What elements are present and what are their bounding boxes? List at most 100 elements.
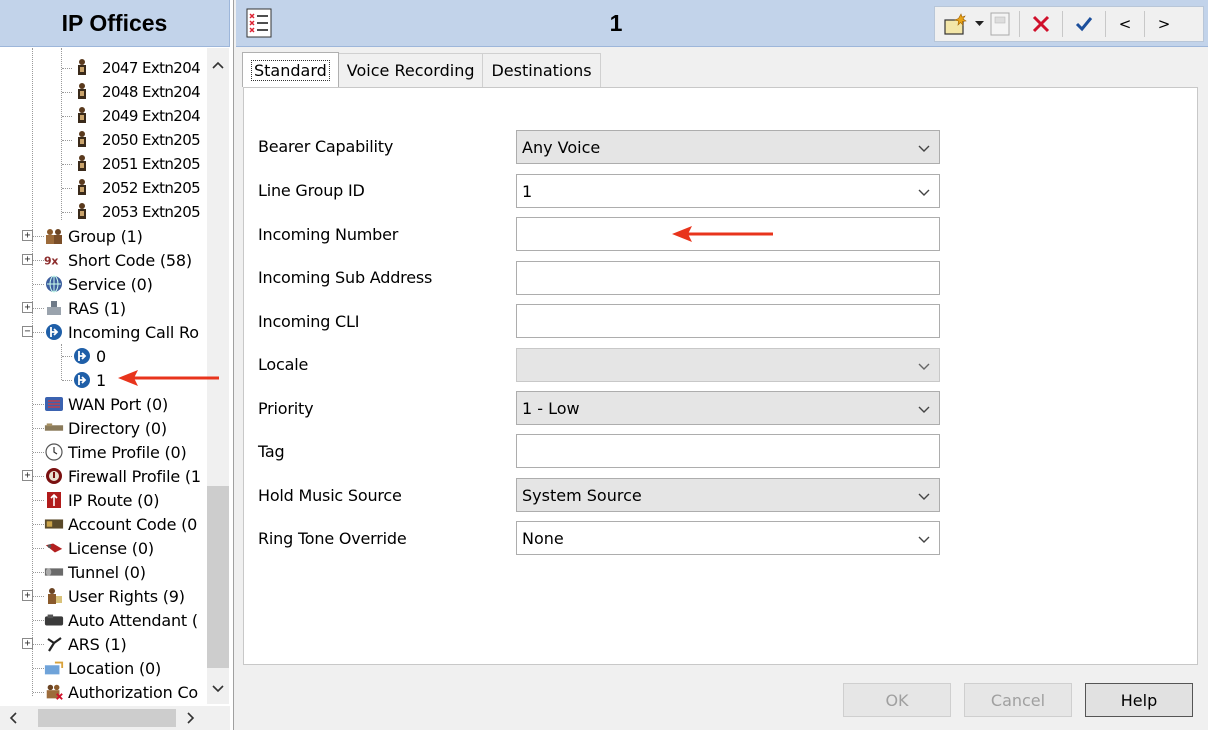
tree-guide-line — [61, 48, 62, 220]
tree-connector — [33, 692, 44, 693]
tree-item[interactable]: Account Code (0 — [44, 512, 197, 536]
h-scroll-thumb[interactable] — [38, 709, 176, 727]
tree-connector — [33, 620, 44, 621]
incoming-call-route-icon — [72, 346, 92, 366]
user-phone-icon — [72, 202, 92, 222]
tree-item[interactable]: Auto Attendant ( — [44, 608, 198, 632]
tree-item[interactable]: Firewall Profile (1 — [44, 464, 201, 488]
tree-item[interactable]: RAS (1) — [44, 296, 126, 320]
scroll-up-icon[interactable] — [207, 54, 229, 76]
bearer-capability-value: Any Voice — [522, 137, 601, 157]
tree-item[interactable]: Location (0) — [44, 656, 161, 680]
tree-item[interactable]: Group (1) — [44, 224, 143, 248]
tab-strip: Standard Voice Recording Destinations — [242, 52, 601, 87]
priority-select[interactable]: 1 - Low — [516, 391, 940, 425]
tree-item[interactable]: 0 — [72, 344, 106, 368]
tree-item[interactable]: ARS (1) — [44, 632, 127, 656]
tree-connector — [62, 164, 72, 165]
next-record-button[interactable]: > — [1149, 9, 1179, 39]
tree-connector — [33, 332, 44, 333]
incoming-cli-label: Incoming CLI — [258, 312, 360, 331]
tree-horizontal-scrollbar[interactable] — [0, 706, 230, 730]
tree-item[interactable]: Authorization Co — [44, 680, 198, 704]
tree-item[interactable]: Incoming Call Ro — [44, 320, 199, 344]
tree-item-label: ARS (1) — [68, 634, 127, 654]
tree-item[interactable]: 2049 Extn204 — [72, 104, 201, 128]
record-list-icon[interactable] — [246, 8, 272, 38]
tree-connector — [33, 428, 44, 429]
hold-music-source-value: System Source — [522, 485, 642, 505]
expand-icon[interactable]: + — [22, 590, 33, 601]
tree-item-label: Authorization Co — [68, 682, 199, 702]
expand-icon[interactable]: + — [22, 230, 33, 241]
tree-item[interactable]: User Rights (9) — [44, 584, 185, 608]
ok-button[interactable]: OK — [843, 683, 951, 717]
annotation-arrow-icon — [118, 370, 219, 386]
tree-item[interactable]: Directory (0) — [44, 416, 167, 440]
ring-tone-override-label: Ring Tone Override — [258, 529, 407, 548]
license-icon — [44, 538, 64, 558]
tree-item[interactable]: IP Route (0) — [44, 488, 159, 512]
expand-icon[interactable]: + — [22, 254, 33, 265]
tree-connector — [33, 548, 44, 549]
tree-item-label: User Rights (9) — [68, 586, 185, 606]
help-button[interactable]: Help — [1085, 683, 1193, 717]
checkmark-icon[interactable] — [1067, 9, 1101, 39]
export-icon[interactable] — [985, 9, 1015, 39]
expand-icon[interactable]: + — [22, 302, 33, 313]
scroll-thumb[interactable] — [207, 486, 229, 668]
standard-tab-panel: Bearer Capability Any Voice Line Group I… — [243, 87, 1198, 665]
expand-icon[interactable]: + — [22, 470, 33, 481]
tree-item[interactable]: 2047 Extn204 — [72, 56, 201, 80]
tab-standard[interactable]: Standard — [242, 52, 339, 87]
tree-connector — [62, 212, 72, 213]
tree-item[interactable]: 2053 Extn205 — [72, 200, 201, 224]
authorization-code-icon — [44, 682, 64, 702]
bearer-capability-select[interactable]: Any Voice — [516, 130, 940, 164]
tab-voice-recording[interactable]: Voice Recording — [337, 53, 484, 87]
tree-item[interactable]: Service (0) — [44, 272, 153, 296]
expand-icon[interactable]: + — [22, 638, 33, 649]
dropdown-arrow-icon[interactable] — [973, 9, 985, 39]
previous-record-button[interactable]: < — [1110, 9, 1140, 39]
tree-connector — [62, 92, 72, 93]
tree-item[interactable]: Time Profile (0) — [44, 440, 187, 464]
line-group-id-value: 1 — [522, 181, 533, 201]
tree-item[interactable]: 1 — [72, 368, 106, 392]
tree-connector — [62, 188, 72, 189]
nav-title: IP Offices — [0, 0, 230, 47]
tree-item-label: 2050 Extn205 — [102, 131, 201, 149]
tree-connector — [62, 356, 72, 357]
delete-icon[interactable] — [1024, 9, 1058, 39]
hold-music-source-select[interactable]: System Source — [516, 478, 940, 512]
scroll-down-icon[interactable] — [207, 678, 229, 700]
tree-item[interactable]: 9x Short Code (58) — [44, 248, 192, 272]
tree-item[interactable]: Tunnel (0) — [44, 560, 146, 584]
tree-item[interactable]: 2052 Extn205 — [72, 176, 201, 200]
short-code-icon: 9x — [44, 250, 64, 270]
scroll-left-icon[interactable] — [2, 707, 24, 729]
tag-input[interactable] — [516, 434, 940, 468]
locale-select[interactable] — [516, 348, 940, 382]
tree-item[interactable]: License (0) — [44, 536, 154, 560]
toolbar-separator — [1019, 11, 1020, 37]
tree-connector — [33, 260, 44, 261]
collapse-icon[interactable]: − — [22, 326, 33, 337]
tree-item[interactable]: 2051 Extn205 — [72, 152, 201, 176]
bearer-capability-label: Bearer Capability — [258, 137, 394, 156]
priority-label: Priority — [258, 399, 314, 418]
tree-item[interactable]: 2050 Extn205 — [72, 128, 201, 152]
tree-item-label: 2053 Extn205 — [102, 203, 201, 221]
incoming-cli-input[interactable] — [516, 304, 940, 338]
line-group-id-combo[interactable]: 1 — [516, 174, 940, 208]
ring-tone-override-combo[interactable]: None — [516, 521, 940, 555]
cancel-button[interactable]: Cancel — [964, 683, 1072, 717]
tab-destinations[interactable]: Destinations — [482, 53, 601, 87]
scroll-right-icon[interactable] — [180, 707, 202, 729]
tree-connector — [33, 308, 44, 309]
tree-item[interactable]: WAN Port (0) — [44, 392, 168, 416]
new-record-icon[interactable] — [939, 9, 973, 39]
incoming-sub-address-input[interactable] — [516, 261, 940, 295]
tree-item[interactable]: 2048 Extn204 — [72, 80, 201, 104]
chevron-down-icon — [918, 536, 930, 543]
